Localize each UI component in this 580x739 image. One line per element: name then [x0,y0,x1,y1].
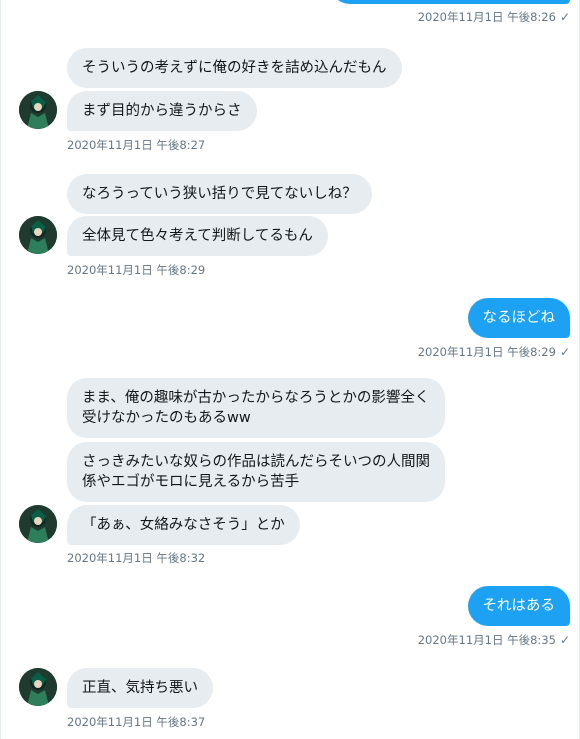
message-bubble-incoming[interactable]: まず目的から違うからさ [67,91,257,131]
avatar[interactable] [19,91,57,129]
message-timestamp: 2020年11月1日 午後8:37 [67,715,206,729]
message-timestamp: 2020年11月1日 午後8:27 [67,138,206,152]
message-bubble-outgoing[interactable]: なるほどね [467,298,570,338]
message-bubble-outgoing[interactable]: それはある [467,586,570,626]
left-border [0,0,1,739]
message-timestamp: 2020年11月1日 午後8:32 [67,551,206,565]
avatar-image [19,216,57,254]
message-bubble-outgoing-clipped[interactable] [330,0,570,4]
message-bubble-incoming[interactable]: さっきみたいな奴らの作品は読んだらそいつの人間関係やエゴがモロに見えるから苦手 [67,442,445,502]
avatar-image [19,91,57,129]
message-bubble-incoming[interactable]: なろうっていう狭い括りで見てないしね？ [67,174,372,214]
message-timestamp: 2020年11月1日 午後8:29 [67,263,206,277]
avatar[interactable] [19,216,57,254]
message-bubble-incoming[interactable]: そういうの考えずに俺の好きを詰め込んだもん [67,48,402,88]
message-timestamp: 2020年11月1日 午後8:26 ✓ [417,10,570,24]
message-bubble-incoming[interactable]: 「あぁ、女絡みなさそう」とか [67,505,300,545]
avatar[interactable] [19,668,57,706]
message-bubble-incoming[interactable]: まま、俺の趣味が古かったからなろうとかの影響全く受けなかったのもあるww [67,378,445,438]
message-bubble-incoming[interactable]: 正直、気持ち悪い [67,668,213,708]
read-check-icon: ✓ [559,633,570,647]
avatar-image [19,668,57,706]
message-bubble-incoming[interactable]: 全体見て色々考えて判断してるもん [67,216,328,256]
avatar-image [19,505,57,543]
read-check-icon: ✓ [559,10,570,24]
message-timestamp: 2020年11月1日 午後8:29 ✓ [417,345,570,359]
read-check-icon: ✓ [559,345,570,359]
message-timestamp: 2020年11月1日 午後8:35 ✓ [417,633,570,647]
avatar[interactable] [19,505,57,543]
